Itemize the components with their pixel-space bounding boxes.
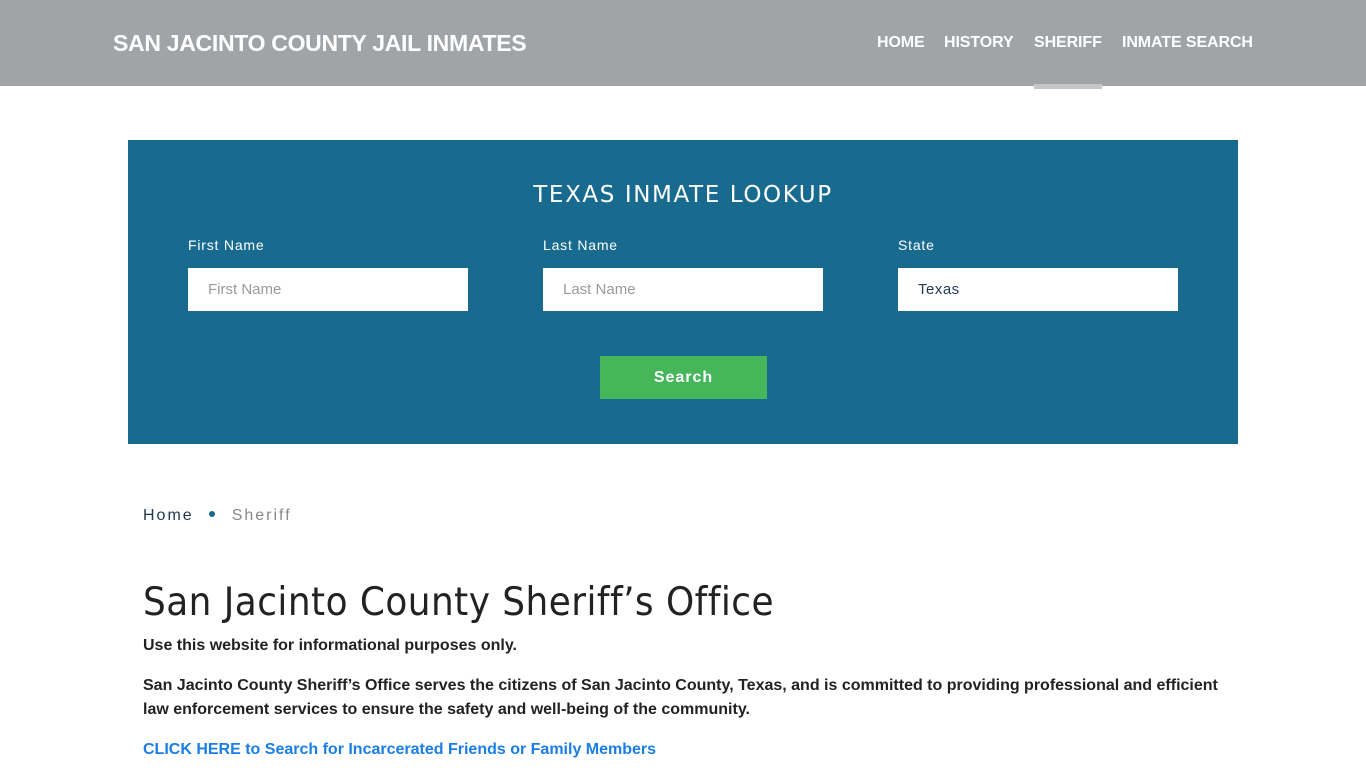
breadcrumb-home[interactable]: Home: [143, 507, 194, 524]
breadcrumb-current: Sheriff: [231, 507, 292, 524]
nav-home[interactable]: HOME: [877, 34, 925, 52]
last-name-label: Last Name: [543, 237, 618, 253]
first-name-input[interactable]: [188, 268, 468, 311]
last-name-input[interactable]: [543, 268, 823, 311]
lookup-title: TEXAS INMATE LOOKUP: [533, 182, 833, 208]
nav-inmate-search[interactable]: INMATE SEARCH: [1122, 34, 1253, 52]
active-nav-indicator: [1034, 84, 1102, 89]
inmate-lookup-panel: TEXAS INMATE LOOKUP First Name Last Name…: [128, 140, 1238, 444]
breadcrumb-separator-dot: [208, 511, 215, 518]
description-text: San Jacinto County Sheriff’s Office serv…: [143, 677, 1218, 718]
state-label: State: [898, 237, 935, 253]
page-title: San Jacinto County Sheriff’s Office: [143, 580, 774, 625]
first-name-label: First Name: [188, 237, 265, 253]
nav-history[interactable]: HISTORY: [944, 34, 1014, 52]
main-nav: HOME HISTORY SHERIFF INMATE SEARCH: [0, 34, 1366, 54]
state-select[interactable]: Texas: [898, 268, 1178, 311]
disclaimer-text: Use this website for informational purpo…: [143, 637, 517, 654]
search-inmates-link[interactable]: CLICK HERE to Search for Incarcerated Fr…: [143, 738, 656, 762]
search-button[interactable]: Search: [600, 356, 767, 399]
nav-sheriff[interactable]: SHERIFF: [1034, 34, 1102, 52]
breadcrumb: Home Sheriff: [143, 507, 292, 525]
